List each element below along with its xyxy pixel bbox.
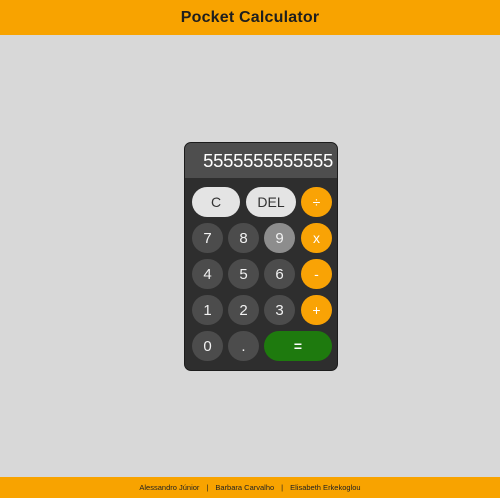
digit-1-button[interactable]: 1	[192, 295, 223, 325]
add-button[interactable]: +	[301, 295, 332, 325]
multiply-button[interactable]: x	[301, 223, 332, 253]
author-name: Alessandro Júnior	[139, 483, 200, 492]
digit-6-button[interactable]: 6	[264, 259, 295, 289]
display-value: 5555555555555	[203, 149, 333, 171]
calculator: 5555555555555 C DEL ÷ 7 8 9 x 4 5 6 - 1 …	[184, 142, 338, 371]
subtract-button[interactable]: -	[301, 259, 332, 289]
digit-3-button[interactable]: 3	[264, 295, 295, 325]
digit-5-button[interactable]: 5	[228, 259, 259, 289]
divide-button[interactable]: ÷	[301, 187, 332, 217]
app-title: Pocket Calculator	[180, 8, 320, 26]
decimal-button[interactable]: .	[228, 331, 259, 361]
footer-separator: |	[281, 483, 284, 492]
digit-7-button[interactable]: 7	[192, 223, 223, 253]
author-name: Elisabeth Erkekoglou	[290, 483, 361, 492]
digit-0-button[interactable]: 0	[192, 331, 223, 361]
calculator-display: 5555555555555	[185, 143, 337, 178]
app-header: Pocket Calculator	[0, 0, 500, 35]
digit-4-button[interactable]: 4	[192, 259, 223, 289]
digit-9-button[interactable]: 9	[264, 223, 295, 253]
equals-button[interactable]: =	[264, 331, 332, 361]
digit-2-button[interactable]: 2	[228, 295, 259, 325]
digit-8-button[interactable]: 8	[228, 223, 259, 253]
footer-separator: |	[206, 483, 209, 492]
clear-button[interactable]: C	[192, 187, 240, 217]
delete-button[interactable]: DEL	[246, 187, 296, 217]
author-name: Barbara Carvalho	[215, 483, 275, 492]
app-footer: Alessandro Júnior | Barbara Carvalho | E…	[0, 477, 500, 498]
